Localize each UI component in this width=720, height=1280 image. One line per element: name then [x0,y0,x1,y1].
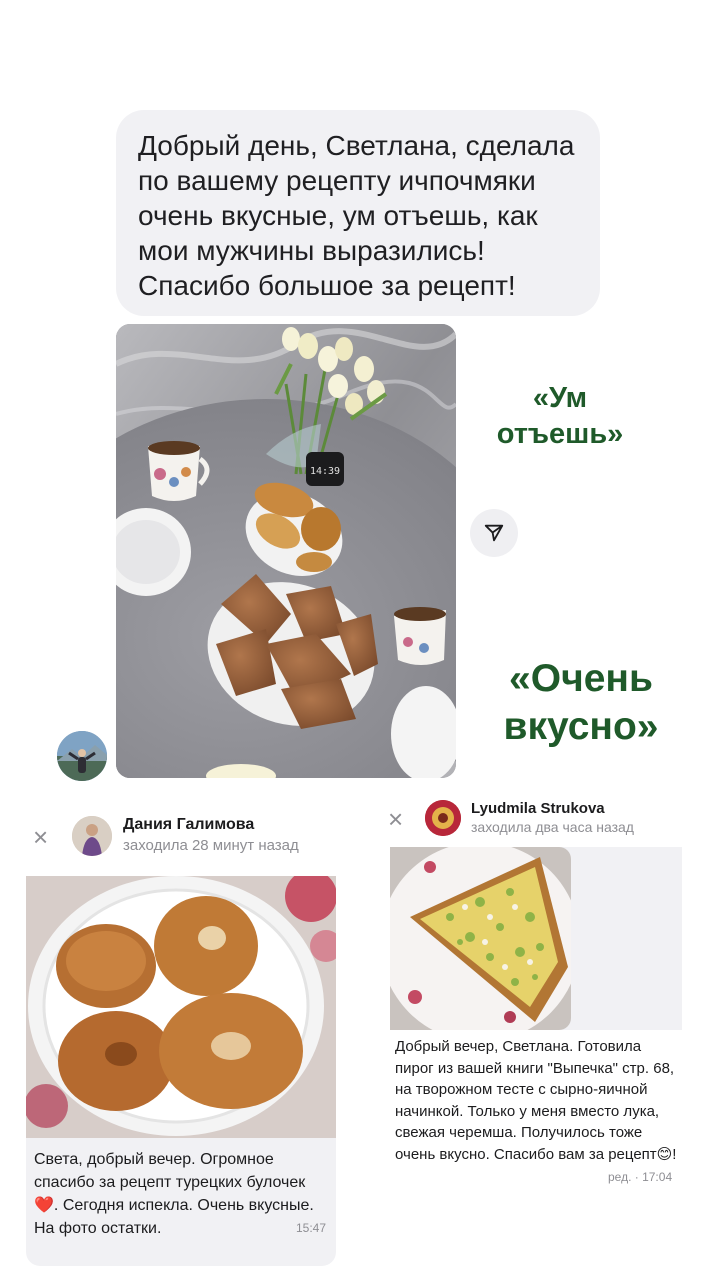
author-avatar[interactable] [57,731,107,781]
close-icon[interactable]: × [33,824,48,850]
last-seen-status: заходила 28 минут назад [123,837,299,854]
pie-slice-image [390,847,571,1030]
author-avatar[interactable] [72,816,112,856]
quote-um-otyesh: «Ум отъешь» [496,382,624,450]
message-time: 15:47 [296,1221,327,1235]
message-text: Света, добрый вечер. Огромное спасибо за… [34,1151,314,1237]
message-text: Добрый день, Светлана, сделала по вашему… [138,130,575,301]
share-button[interactable] [470,509,518,557]
last-seen-status: заходила два часа назад [471,819,634,835]
message-text: Добрый вечер, Светлана. Готовила пирог и… [395,1038,677,1163]
share-arrow-icon [484,524,504,542]
message-bubble: Добрый день, Светлана, сделала по вашему… [116,110,600,316]
chat-photo[interactable]: 14:39 [116,324,456,778]
avatar-image [57,731,107,781]
message-time: ред. · 17:04 [608,1170,673,1184]
message-photo[interactable] [26,876,336,1138]
avatar-image [72,816,112,856]
avatar-image [425,800,461,836]
food-table-image: 14:39 [116,324,456,778]
author-name[interactable]: Дания Галимова [123,816,254,834]
author-avatar[interactable] [425,800,461,836]
author-name[interactable]: Lyudmila Strukova [471,800,605,817]
quote-ochen-vkusno: «Очень вкусно» [503,657,659,748]
message-photo[interactable] [390,847,571,1030]
close-icon[interactable]: × [388,806,403,832]
message-body: Добрый вечер, Светлана. Готовила пирог и… [390,1030,682,1190]
message-body: Света, добрый вечер. Огромное спасибо за… [26,1138,336,1266]
svg-text:14:39: 14:39 [310,466,340,477]
buns-image [26,876,336,1138]
